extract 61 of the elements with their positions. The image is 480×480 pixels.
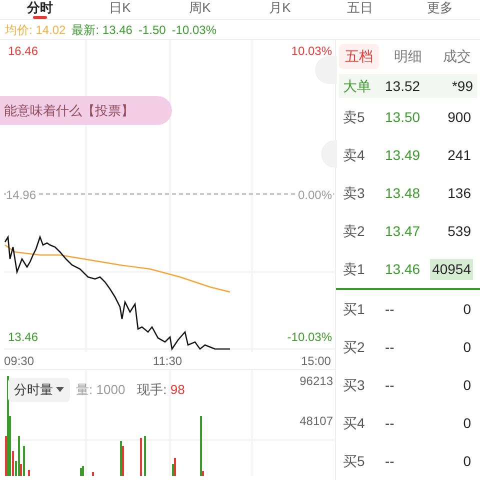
tab-underline	[33, 16, 47, 19]
order-tab[interactable]: 五档	[339, 44, 379, 69]
volume-tick: 48107	[300, 413, 333, 430]
chart-tab[interactable]: 更多	[400, 0, 480, 15]
bid-volume: 0	[462, 376, 472, 394]
chart-tab[interactable]: 日K	[80, 0, 160, 15]
ask-price: 13.47	[385, 222, 422, 240]
order-tab[interactable]: 成交	[437, 44, 477, 69]
ask-volume: 539	[446, 222, 472, 240]
chart-tab[interactable]: 分时	[0, 0, 80, 19]
topic-banner[interactable]: 能意味着什么【投票】	[0, 96, 172, 125]
ask-label: 卖3	[343, 184, 366, 202]
volume-value: 量: 1000	[76, 381, 126, 399]
ask-label: 卖5	[343, 108, 366, 126]
ask-price: 13.46	[385, 260, 422, 278]
volume-dropdown[interactable]: 分时量	[8, 378, 70, 402]
chart-tab[interactable]: 五日	[320, 0, 400, 15]
big-order-label: 大单	[343, 76, 372, 96]
caret-icon	[56, 387, 64, 392]
ask-label: 卖1	[343, 260, 366, 278]
bid-price: --	[385, 452, 396, 470]
big-order-price: 13.52	[385, 76, 422, 96]
order-tab[interactable]: 明细	[388, 44, 428, 69]
bid-price: --	[385, 376, 396, 394]
bid-volume: 0	[462, 452, 472, 470]
current-hand: 现手: 98	[137, 381, 185, 399]
high-percent: 10.03%	[291, 43, 332, 60]
low-percent: -10.03%	[287, 329, 332, 346]
time-label: 09:30	[4, 353, 34, 369]
bid-volume: 0	[462, 414, 472, 432]
latest-price: 最新: 13.46	[72, 22, 132, 38]
ask-price: 13.49	[385, 146, 422, 164]
ask-label: 卖2	[343, 222, 366, 240]
low-price: 13.46	[8, 329, 38, 346]
volume-tick: 96213	[300, 373, 333, 390]
ask-price: 13.48	[385, 184, 422, 202]
bid-label: 买5	[343, 452, 366, 470]
bid-label: 买2	[343, 338, 366, 356]
price-change: -1.50	[138, 22, 166, 38]
ask-price: 13.50	[385, 108, 422, 126]
average-price: 均价: 14.02	[5, 22, 66, 38]
chart-tab[interactable]: 月K	[240, 0, 320, 15]
ask-volume: 900	[446, 108, 472, 126]
bid-price: --	[385, 300, 396, 318]
bid-price: --	[385, 338, 396, 356]
bid-volume: 0	[462, 300, 472, 318]
big-order-volume: *99	[452, 76, 473, 96]
bid-price: --	[385, 414, 396, 432]
ask-volume: 241	[446, 146, 472, 164]
time-label: 11:30	[152, 353, 182, 369]
high-price: 16.46	[8, 43, 38, 60]
chart-tab[interactable]: 周K	[160, 0, 240, 15]
time-label: 15:00	[300, 353, 331, 369]
bid-volume: 0	[462, 338, 472, 356]
ask-volume: 40954	[430, 258, 473, 280]
ask-label: 卖4	[343, 146, 366, 164]
bid-label: 买3	[343, 376, 366, 394]
bid-label: 买4	[343, 414, 366, 432]
price-change-percent: -10.03%	[172, 22, 216, 38]
bid-label: 买1	[343, 300, 366, 318]
ask-volume: 136	[446, 184, 472, 202]
